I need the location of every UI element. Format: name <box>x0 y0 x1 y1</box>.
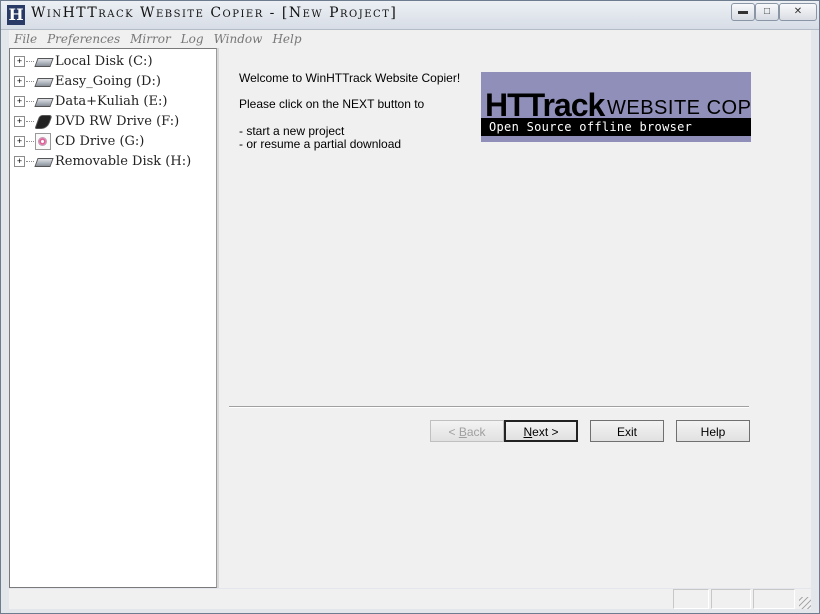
menu-window[interactable]: Window <box>209 30 268 48</box>
back-prefix: < <box>448 425 459 439</box>
app-window: H WinHTTrack Website Copier - [New Proje… <box>0 0 820 614</box>
cd-drive-icon <box>35 132 51 150</box>
hard-drive-icon <box>34 75 54 87</box>
tree-item-label: Removable Disk (H:) <box>55 153 192 169</box>
status-pane-3 <box>753 589 795 609</box>
minimize-button[interactable]: ▬ <box>731 3 755 21</box>
tree-item-label: CD Drive (G:) <box>55 133 145 149</box>
next-accelerator: N <box>523 425 533 439</box>
welcome-panel: Welcome to WinHTTrack Website Copier! Pl… <box>219 48 811 588</box>
menu-log[interactable]: Log <box>176 30 209 48</box>
expand-icon[interactable]: + <box>14 155 25 167</box>
tree-item-local-disk[interactable]: + Local Disk (C:) <box>14 51 153 71</box>
welcome-instruction: Please click on the NEXT button to <box>239 97 425 111</box>
menu-bar: File Preferences Mirror Log Window Help <box>9 30 811 48</box>
window-title: WinHTTrack Website Copier - [New Project… <box>31 5 398 21</box>
httrack-logo: HTTrack WEBSITE COPIER Open Source offli… <box>481 72 751 142</box>
expand-icon[interactable]: + <box>14 75 25 87</box>
expand-icon[interactable]: + <box>14 135 25 147</box>
tree-connector <box>26 140 34 142</box>
status-bar <box>9 589 811 609</box>
tree-item-data-kuliah[interactable]: + Data+Kuliah (E:) <box>14 91 167 111</box>
welcome-bullet-resume: - or resume a partial download <box>239 137 402 151</box>
tree-connector <box>26 100 34 102</box>
client-area: + Local Disk (C:) + Easy_Going (D:) + Da… <box>9 48 811 588</box>
help-button[interactable]: Help <box>676 420 750 442</box>
next-label: ext > <box>532 425 559 439</box>
back-button[interactable]: < Back <box>430 420 504 442</box>
exit-button[interactable]: Exit <box>590 420 664 442</box>
status-pane-1 <box>673 589 709 609</box>
tree-item-label: Data+Kuliah (E:) <box>55 93 168 109</box>
menu-help[interactable]: Help <box>267 30 306 48</box>
tree-item-easy-going[interactable]: + Easy_Going (D:) <box>14 71 161 91</box>
drive-tree[interactable]: + Local Disk (C:) + Easy_Going (D:) + Da… <box>9 48 217 588</box>
hard-drive-icon <box>34 55 54 67</box>
close-button[interactable]: ✕ <box>779 3 817 21</box>
tree-item-dvd-rw-drive[interactable]: + DVD RW Drive (F:) <box>14 111 179 131</box>
tree-item-label: Local Disk (C:) <box>55 53 153 69</box>
tree-connector <box>26 80 34 82</box>
app-icon: H <box>7 5 25 25</box>
welcome-heading: Welcome to WinHTTrack Website Copier! <box>239 71 461 85</box>
resize-grip[interactable] <box>799 597 811 609</box>
menu-preferences[interactable]: Preferences <box>42 30 125 48</box>
back-accelerator: B <box>458 425 467 439</box>
button-separator <box>229 406 749 408</box>
removable-disk-icon <box>34 155 54 167</box>
tree-item-label: DVD RW Drive (F:) <box>55 113 180 129</box>
logo-tagline: Open Source offline browser <box>489 120 693 134</box>
expand-icon[interactable]: + <box>14 55 25 67</box>
tree-connector <box>26 60 34 62</box>
menu-file[interactable]: File <box>9 30 42 48</box>
dvd-drive-icon <box>34 115 53 129</box>
menu-mirror[interactable]: Mirror <box>125 30 176 48</box>
tree-connector <box>26 120 34 122</box>
tree-item-cd-drive[interactable]: + CD Drive (G:) <box>14 131 144 151</box>
maximize-button[interactable]: □ <box>755 3 779 21</box>
welcome-text: Welcome to WinHTTrack Website Copier! Pl… <box>239 72 460 151</box>
hard-drive-icon <box>34 95 54 107</box>
expand-icon[interactable]: + <box>14 95 25 107</box>
tree-item-removable-disk[interactable]: + Removable Disk (H:) <box>14 151 191 171</box>
next-button[interactable]: Next > <box>504 420 578 442</box>
status-pane-2 <box>711 589 751 609</box>
title-bar[interactable]: H WinHTTrack Website Copier - [New Proje… <box>1 1 819 30</box>
tree-item-label: Easy_Going (D:) <box>55 73 161 89</box>
logo-subtitle: WEBSITE COPIER <box>607 97 751 119</box>
expand-icon[interactable]: + <box>14 115 25 127</box>
tree-connector <box>26 160 34 162</box>
back-label: ack <box>466 425 486 439</box>
